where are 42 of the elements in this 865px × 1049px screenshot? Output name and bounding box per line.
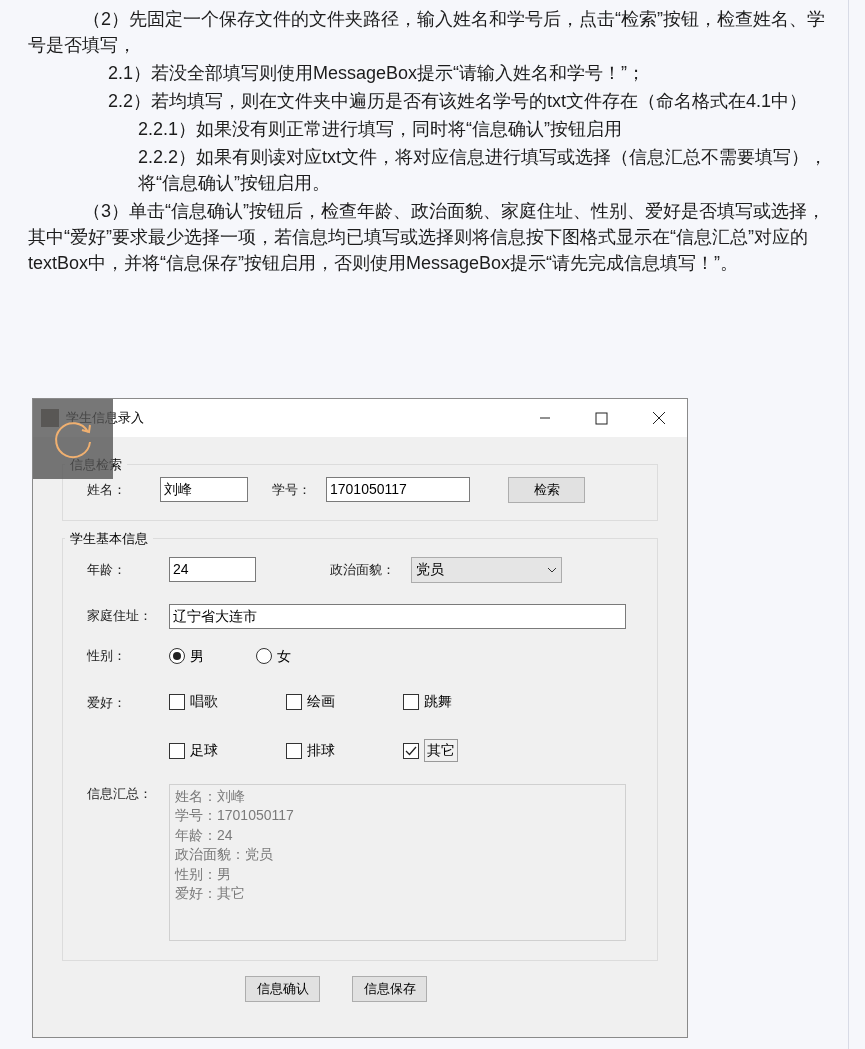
checkbox[interactable]: 跳舞 (403, 692, 520, 711)
paragraph: 2.1）若没全部填写则使用MessageBox提示“请输入姓名和学号！”； (107, 62, 647, 85)
text-input[interactable]: 1701050117 (326, 477, 470, 502)
summary-line: 年龄：24 (175, 825, 234, 845)
summary-line: 姓名：刘峰 (175, 786, 246, 806)
field-label: 政治面貌： (330, 560, 396, 579)
group-title: 学生基本信息 (69, 530, 149, 548)
paragraph: （3）单击“信息确认”按钮后，检查年龄、政治面貌、家庭住址、性别、爱好是否填写或选择，其中“爱好”要求最少选择一项，若信息均已填写或选择则将信息按下图格式显示在“信息汇总”对应的textBox中，并将“信息保存”按钮启用，否则使用MessageBox提示“请先完成信息填写！”。 (28, 200, 826, 275)
summary-line: 学号：1701050117 (175, 806, 295, 825)
chevron-down-icon (547, 566, 557, 573)
form-button[interactable]: 信息保存 (352, 976, 427, 1002)
summary-line: 政治面貌：党员 (175, 845, 274, 864)
radio-button[interactable]: 女 (256, 645, 343, 667)
paragraph: 2.2）若均填写，则在文件夹中遍历是否有该姓名学号的txt文件存在（命名格式在4.1中） (107, 90, 809, 113)
checkbox[interactable]: 排球 (286, 741, 403, 760)
text-input[interactable]: 24 (169, 557, 256, 582)
field-label: 年龄： (87, 560, 127, 579)
radio-button[interactable]: 男 (169, 645, 256, 667)
field-label: 学号： (272, 480, 312, 499)
field-label: 家庭住址： (87, 607, 153, 626)
text-input[interactable]: 辽宁省大连市 (169, 603, 626, 629)
text-input[interactable]: 刘峰 (160, 477, 248, 502)
checkbox[interactable]: 其它 (403, 741, 520, 760)
dropdown[interactable]: 党员 (411, 556, 562, 583)
paragraph: 2.2.1）如果没有则正常进行填写，同时将“信息确认”按钮启用 (137, 118, 624, 141)
checkmark-icon (405, 745, 417, 756)
maximize-icon (595, 411, 608, 425)
checkbox[interactable]: 绘画 (286, 692, 403, 711)
search-button[interactable]: 检索 (508, 476, 585, 503)
summary-text-area[interactable]: 姓名：刘峰 学号：1701050117 年龄：24 政治面貌：党员 性别：男 爱好：其它 (169, 783, 626, 941)
paragraph: （2）先固定一个保存文件的文件夹路径，输入姓名和学号后，点击“检索”按钮，检查姓名、学号是否填写， (28, 8, 826, 57)
summary-line: 爱好：其它 (175, 884, 246, 903)
field-label: 姓名： (87, 480, 127, 499)
paragraph: 2.2.2）如果有则读对应txt文件，将对应信息进行填写或选择（信息汇总不需要填写），将“信息确认”按钮启用。 (137, 146, 829, 195)
summary-line: 性别：男 (175, 864, 232, 884)
checkbox[interactable]: 唱歌 (169, 692, 286, 711)
close-icon (651, 411, 666, 425)
form-button[interactable]: 信息确认 (245, 976, 320, 1002)
field-label: 信息汇总： (87, 784, 153, 803)
field-label: 爱好： (87, 693, 127, 712)
field-label: 性别： (87, 647, 127, 666)
checkbox[interactable]: 足球 (169, 741, 286, 760)
